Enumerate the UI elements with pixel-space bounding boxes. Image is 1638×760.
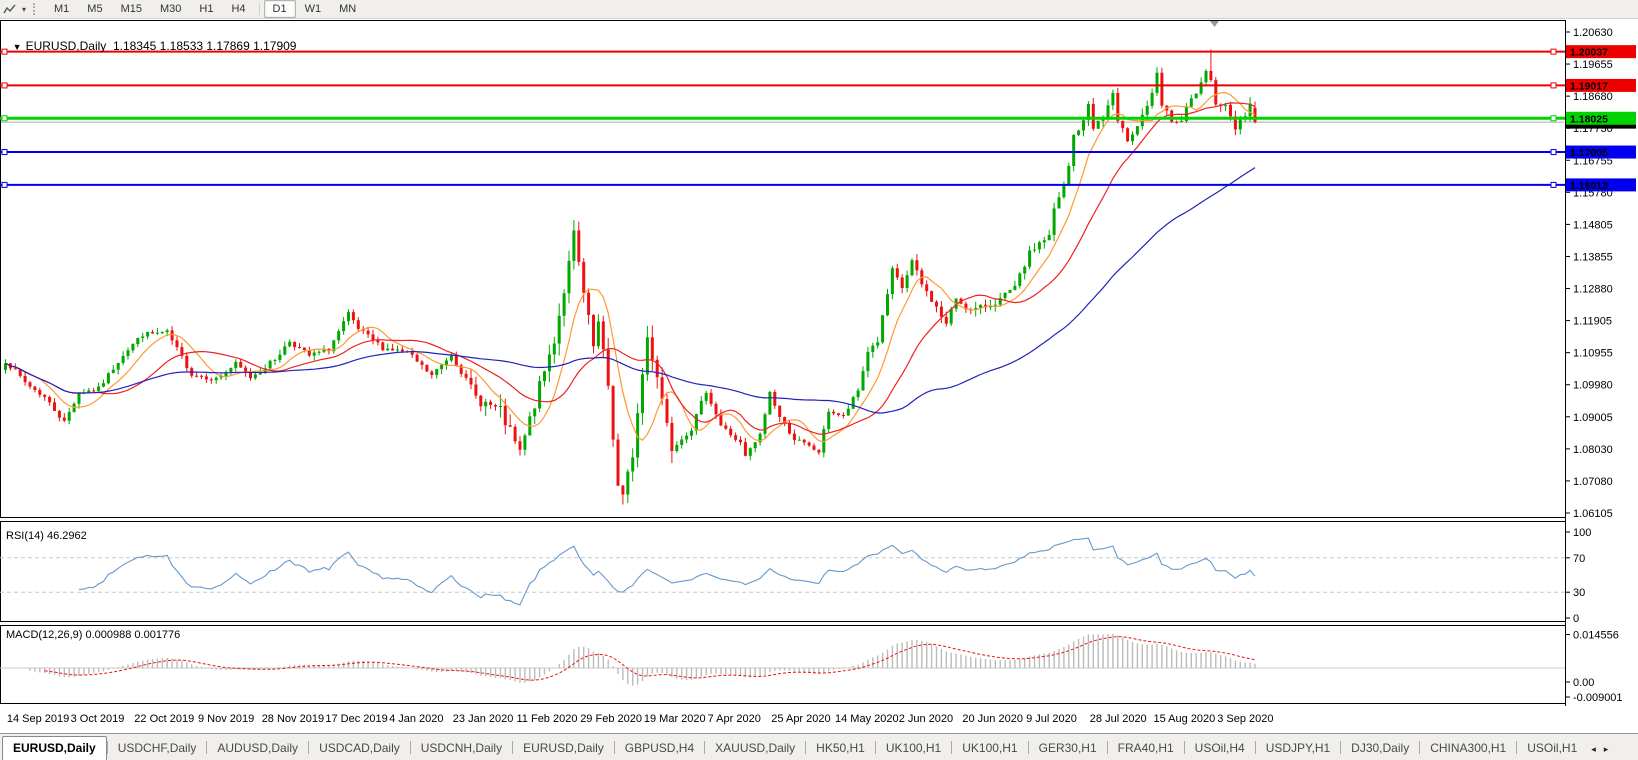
chart-tab-dj30-daily[interactable]: DJ30,Daily [1341,737,1419,760]
chart-title-symbol: EURUSD,Daily [25,39,107,53]
svg-text:2 Jun 2020: 2 Jun 2020 [899,713,953,725]
svg-text:1.10955: 1.10955 [1573,348,1613,360]
date-axis: 14 Sep 2019 3 Oct 2019 22 Oct 2019 9 Nov 20… [7,713,1274,725]
timeframe-button-m30[interactable]: M30 [151,0,190,18]
svg-text:7 Apr 2020: 7 Apr 2020 [708,713,761,725]
timeframe-button-mn[interactable]: MN [330,0,365,18]
svg-text:15 Aug 2020: 15 Aug 2020 [1154,713,1216,725]
macd-indicator-label: MACD(12,26,9) 0.000988 0.001776 [6,629,181,641]
svg-text:1.16013: 1.16013 [1570,180,1608,192]
timeframe-button-m15[interactable]: M15 [112,0,151,18]
timeframe-button-w1[interactable]: W1 [296,0,331,18]
chart-tab-fra40-h1[interactable]: FRA40,H1 [1108,737,1184,760]
svg-text:1.20037: 1.20037 [1570,47,1608,59]
chart-tab-eurusd-daily[interactable]: EURUSD,Daily [513,737,614,760]
svg-text:1.17005: 1.17005 [1570,147,1608,159]
timeframe-button-d1[interactable]: D1 [263,0,296,18]
svg-text:28 Jul 2020: 28 Jul 2020 [1090,713,1147,725]
chart-tab-usdcnh-daily[interactable]: USDCNH,Daily [411,737,512,760]
svg-text:25 Apr 2020: 25 Apr 2020 [771,713,830,725]
svg-text:14 Sep 2019: 14 Sep 2019 [7,713,69,725]
svg-text:1.11905: 1.11905 [1573,316,1612,328]
svg-text:0.00: 0.00 [1573,677,1594,689]
svg-text:22 Oct 2019: 22 Oct 2019 [134,713,194,725]
svg-text:30: 30 [1573,587,1585,599]
svg-text:1.18025: 1.18025 [1570,113,1608,125]
svg-text:1.18680: 1.18680 [1573,91,1613,103]
svg-text:9 Nov 2019: 9 Nov 2019 [198,713,254,725]
tab-scroll-left-icon[interactable]: ◂ [1587,739,1600,760]
timeframe-button-h4[interactable]: H4 [222,0,254,18]
svg-text:14 May 2020: 14 May 2020 [835,713,899,725]
chart-tab-eurusd-daily[interactable]: EURUSD,Daily [2,736,107,760]
svg-text:1.13855: 1.13855 [1573,251,1613,263]
svg-text:1.09980: 1.09980 [1573,380,1613,392]
chart-tab-ger30-h1[interactable]: GER30,H1 [1029,737,1107,760]
chart-tab-xauusd-daily[interactable]: XAUUSD,Daily [705,737,805,760]
svg-text:20 Jun 2020: 20 Jun 2020 [962,713,1023,725]
chart-tab-china300-h1[interactable]: CHINA300,H1 [1420,737,1516,760]
svg-text:0: 0 [1573,613,1579,625]
svg-text:1.07080: 1.07080 [1573,476,1613,488]
chart-tab-gbpusd-h4[interactable]: GBPUSD,H4 [615,737,704,760]
timeframe-button-h1[interactable]: H1 [190,0,222,18]
svg-text:1.12880: 1.12880 [1573,284,1613,296]
timeframe-button-m5[interactable]: M5 [78,0,111,18]
svg-text:3 Oct 2019: 3 Oct 2019 [71,713,125,725]
timeframe-button-m1[interactable]: M1 [45,0,78,18]
rsi-indicator-label: RSI(14) 46.2962 [6,530,87,542]
svg-text:1.06105: 1.06105 [1573,508,1613,520]
chart-tab-audusd-daily[interactable]: AUDUSD,Daily [207,737,308,760]
toolbar-separator [258,3,260,15]
chevron-down-icon[interactable]: ▾ [18,5,30,14]
chart-tab-usdcad-daily[interactable]: USDCAD,Daily [309,737,410,760]
chart-tab-uk100-h1[interactable]: UK100,H1 [876,737,951,760]
tab-scroll-right-icon[interactable]: ▸ [1600,739,1613,760]
svg-text:1.09005: 1.09005 [1573,412,1613,424]
svg-text:0.014556: 0.014556 [1573,630,1619,642]
chart-object-icon[interactable] [0,1,18,17]
svg-text:1.14805: 1.14805 [1573,219,1613,231]
chart-menu-triangle-icon[interactable]: ▼ [13,42,22,52]
chart-title-quotes: 1.18345 1.18533 1.17869 1.17909 [112,39,297,53]
chart-title: ▼ EURUSD,Daily 1.18345 1.18533 1.17869 1.… [6,25,297,53]
chart-tab-hk50-h1[interactable]: HK50,H1 [806,737,875,760]
chart-tab-bar: EURUSD,Daily USDCHF,Daily AUDUSD,Daily USDC… [0,733,1638,760]
svg-text:11 Feb 2020: 11 Feb 2020 [517,713,578,725]
chart-tab-usdchf-daily[interactable]: USDCHF,Daily [108,737,207,760]
svg-text:-0.009001: -0.009001 [1573,692,1623,704]
svg-text:100: 100 [1573,527,1591,539]
svg-text:23 Jan 2020: 23 Jan 2020 [453,713,514,725]
chart-tab-uk100-h1[interactable]: UK100,H1 [952,737,1027,760]
svg-text:70: 70 [1573,553,1585,565]
svg-text:29 Feb 2020: 29 Feb 2020 [580,713,642,725]
svg-text:1.20630: 1.20630 [1573,27,1613,39]
svg-text:1.08030: 1.08030 [1573,444,1613,456]
chart-tab-usoil-h1[interactable]: USOil,H1 [1517,737,1587,760]
svg-text:17 Dec 2019: 17 Dec 2019 [325,713,387,725]
svg-text:4 Jan 2020: 4 Jan 2020 [389,713,443,725]
toolbar-grip[interactable] [33,3,40,15]
chart-tab-usdjpy-h1[interactable]: USDJPY,H1 [1256,737,1340,760]
svg-text:9 Jul 2020: 9 Jul 2020 [1026,713,1077,725]
svg-text:28 Nov 2019: 28 Nov 2019 [262,713,324,725]
chart-tab-usoil-h4[interactable]: USOil,H4 [1185,737,1255,760]
svg-text:19 Mar 2020: 19 Mar 2020 [644,713,706,725]
svg-text:1.19017: 1.19017 [1570,80,1608,92]
chart-canvas[interactable]: 1.206301.196551.186801.177301.167551.157… [0,0,1638,759]
svg-text:1.19655: 1.19655 [1573,59,1613,71]
svg-text:3 Sep 2020: 3 Sep 2020 [1217,713,1273,725]
timeframe-toolbar: ▾ M1 M5 M15 M30 H1 H4 D1 W1 MN [0,0,1638,19]
